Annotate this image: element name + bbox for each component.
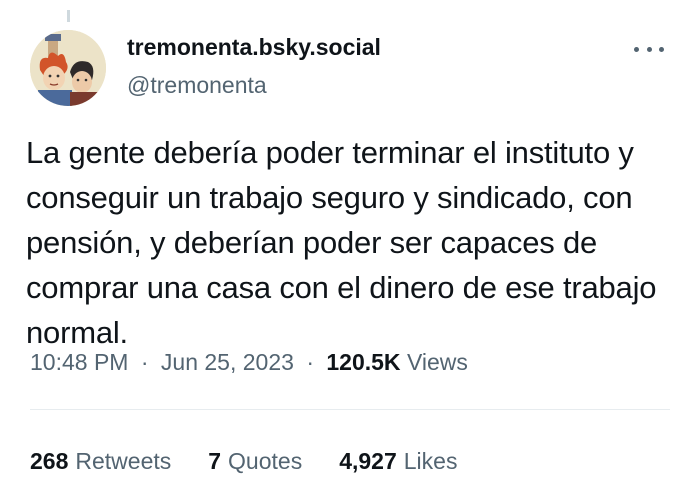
more-horizontal-icon xyxy=(634,46,639,52)
avatar[interactable] xyxy=(30,30,106,106)
likes-count: 4,927 xyxy=(339,448,397,474)
likes-stat[interactable]: 4,927 Likes xyxy=(339,446,457,476)
retweets-label: Retweets xyxy=(75,448,172,474)
views-count: 120.5K xyxy=(326,349,401,375)
quotes-count: 7 xyxy=(208,448,222,474)
tweet-text: La gente debería poder terminar el insti… xyxy=(26,135,657,350)
meta-separator: · xyxy=(306,349,314,375)
more-options-button[interactable] xyxy=(634,38,664,60)
tweet-time[interactable]: 10:48 PM xyxy=(30,349,128,375)
tweet-date[interactable]: Jun 25, 2023 xyxy=(161,349,294,375)
likes-label: Likes xyxy=(403,448,458,474)
more-horizontal-icon-dot xyxy=(646,46,652,52)
retweets-count: 268 xyxy=(30,448,69,474)
engagement-stats: 268 Retweets 7 Quotes 4,927 Likes xyxy=(30,446,457,476)
tweet-author: tremonenta.bsky.social @tremonenta xyxy=(127,32,381,100)
views-label: Views xyxy=(406,349,468,375)
more-horizontal-icon-dot xyxy=(659,46,664,52)
author-display-name[interactable]: tremonenta.bsky.social xyxy=(127,32,381,62)
author-handle[interactable]: @tremonenta xyxy=(127,70,381,100)
avatar-image xyxy=(30,30,106,106)
quotes-label: Quotes xyxy=(228,448,303,474)
divider xyxy=(30,409,670,410)
tweet-metadata: 10:48 PM · Jun 25, 2023 · 120.5K Views xyxy=(30,347,468,377)
thread-connector-line xyxy=(67,10,70,22)
quotes-stat[interactable]: 7 Quotes xyxy=(208,446,302,476)
meta-separator: · xyxy=(140,349,149,375)
retweets-stat[interactable]: 268 Retweets xyxy=(30,446,171,476)
